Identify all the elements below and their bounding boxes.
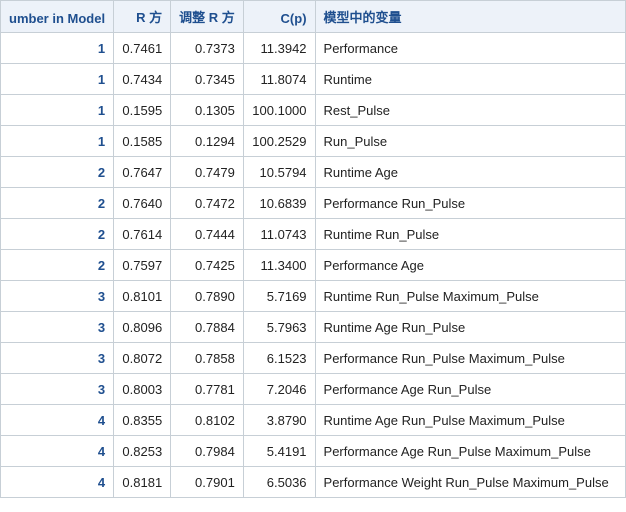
cell-adj-rsq: 0.7345 bbox=[171, 64, 244, 95]
cell-cp: 5.4191 bbox=[243, 436, 315, 467]
cell-cp: 11.0743 bbox=[243, 219, 315, 250]
cell-number-in-model: 4 bbox=[1, 405, 114, 436]
cell-variables: Runtime bbox=[315, 64, 625, 95]
model-selection-table: umber in Model R 方 调整 R 方 C(p) 模型中的变量 10… bbox=[0, 0, 626, 498]
cell-number-in-model: 2 bbox=[1, 188, 114, 219]
table-row: 20.76140.744411.0743Runtime Run_Pulse bbox=[1, 219, 626, 250]
col-header-variables: 模型中的变量 bbox=[315, 1, 625, 33]
cell-adj-rsq: 0.7373 bbox=[171, 33, 244, 64]
cell-rsq: 0.8096 bbox=[114, 312, 171, 343]
table-row: 10.15850.1294100.2529Run_Pulse bbox=[1, 126, 626, 157]
cell-number-in-model: 1 bbox=[1, 33, 114, 64]
cell-rsq: 0.7647 bbox=[114, 157, 171, 188]
cell-cp: 5.7169 bbox=[243, 281, 315, 312]
cell-rsq: 0.8003 bbox=[114, 374, 171, 405]
table-row: 40.83550.81023.8790Runtime Age Run_Pulse… bbox=[1, 405, 626, 436]
cell-adj-rsq: 0.7472 bbox=[171, 188, 244, 219]
cell-variables: Run_Pulse bbox=[315, 126, 625, 157]
cell-cp: 3.8790 bbox=[243, 405, 315, 436]
cell-adj-rsq: 0.7884 bbox=[171, 312, 244, 343]
cell-adj-rsq: 0.7890 bbox=[171, 281, 244, 312]
cell-cp: 10.5794 bbox=[243, 157, 315, 188]
cell-cp: 7.2046 bbox=[243, 374, 315, 405]
cell-variables: Runtime Age bbox=[315, 157, 625, 188]
col-header-cp: C(p) bbox=[243, 1, 315, 33]
table-row: 30.80030.77817.2046Performance Age Run_P… bbox=[1, 374, 626, 405]
cell-adj-rsq: 0.7984 bbox=[171, 436, 244, 467]
cell-rsq: 0.7461 bbox=[114, 33, 171, 64]
cell-cp: 100.2529 bbox=[243, 126, 315, 157]
cell-rsq: 0.1585 bbox=[114, 126, 171, 157]
cell-adj-rsq: 0.7901 bbox=[171, 467, 244, 498]
cell-adj-rsq: 0.1305 bbox=[171, 95, 244, 126]
cell-adj-rsq: 0.7781 bbox=[171, 374, 244, 405]
cell-rsq: 0.8072 bbox=[114, 343, 171, 374]
cell-number-in-model: 1 bbox=[1, 95, 114, 126]
cell-cp: 5.7963 bbox=[243, 312, 315, 343]
table-row: 40.81810.79016.5036Performance Weight Ru… bbox=[1, 467, 626, 498]
cell-number-in-model: 1 bbox=[1, 126, 114, 157]
cell-variables: Performance Age bbox=[315, 250, 625, 281]
cell-cp: 10.6839 bbox=[243, 188, 315, 219]
cell-rsq: 0.8355 bbox=[114, 405, 171, 436]
cell-rsq: 0.8253 bbox=[114, 436, 171, 467]
cell-rsq: 0.7597 bbox=[114, 250, 171, 281]
cell-rsq: 0.7434 bbox=[114, 64, 171, 95]
col-header-adj-rsq: 调整 R 方 bbox=[171, 1, 244, 33]
cell-variables: Runtime Run_Pulse Maximum_Pulse bbox=[315, 281, 625, 312]
cell-cp: 11.3942 bbox=[243, 33, 315, 64]
cell-adj-rsq: 0.7858 bbox=[171, 343, 244, 374]
cell-number-in-model: 3 bbox=[1, 343, 114, 374]
table-row: 30.80960.78845.7963Runtime Age Run_Pulse bbox=[1, 312, 626, 343]
cell-number-in-model: 4 bbox=[1, 467, 114, 498]
table-row: 20.76470.747910.5794Runtime Age bbox=[1, 157, 626, 188]
cell-cp: 6.5036 bbox=[243, 467, 315, 498]
cell-cp: 6.1523 bbox=[243, 343, 315, 374]
col-header-rsq: R 方 bbox=[114, 1, 171, 33]
cell-number-in-model: 2 bbox=[1, 250, 114, 281]
cell-number-in-model: 2 bbox=[1, 157, 114, 188]
cell-variables: Performance Age Run_Pulse Maximum_Pulse bbox=[315, 436, 625, 467]
table-row: 10.15950.1305100.1000Rest_Pulse bbox=[1, 95, 626, 126]
cell-variables: Rest_Pulse bbox=[315, 95, 625, 126]
cell-adj-rsq: 0.7425 bbox=[171, 250, 244, 281]
cell-rsq: 0.8101 bbox=[114, 281, 171, 312]
cell-number-in-model: 1 bbox=[1, 64, 114, 95]
cell-cp: 100.1000 bbox=[243, 95, 315, 126]
table-row: 20.75970.742511.3400Performance Age bbox=[1, 250, 626, 281]
cell-number-in-model: 3 bbox=[1, 312, 114, 343]
cell-variables: Runtime Age Run_Pulse Maximum_Pulse bbox=[315, 405, 625, 436]
cell-variables: Runtime Run_Pulse bbox=[315, 219, 625, 250]
cell-rsq: 0.7614 bbox=[114, 219, 171, 250]
cell-variables: Performance Age Run_Pulse bbox=[315, 374, 625, 405]
cell-number-in-model: 4 bbox=[1, 436, 114, 467]
cell-rsq: 0.7640 bbox=[114, 188, 171, 219]
cell-rsq: 0.8181 bbox=[114, 467, 171, 498]
cell-variables: Runtime Age Run_Pulse bbox=[315, 312, 625, 343]
cell-cp: 11.8074 bbox=[243, 64, 315, 95]
cell-adj-rsq: 0.7444 bbox=[171, 219, 244, 250]
cell-cp: 11.3400 bbox=[243, 250, 315, 281]
cell-variables: Performance bbox=[315, 33, 625, 64]
table-row: 20.76400.747210.6839Performance Run_Puls… bbox=[1, 188, 626, 219]
table-row: 30.81010.78905.7169Runtime Run_Pulse Max… bbox=[1, 281, 626, 312]
table-row: 40.82530.79845.4191Performance Age Run_P… bbox=[1, 436, 626, 467]
table-row: 10.74340.734511.8074Runtime bbox=[1, 64, 626, 95]
cell-adj-rsq: 0.8102 bbox=[171, 405, 244, 436]
table-row: 10.74610.737311.3942Performance bbox=[1, 33, 626, 64]
col-header-number-in-model: umber in Model bbox=[1, 1, 114, 33]
table-header-row: umber in Model R 方 调整 R 方 C(p) 模型中的变量 bbox=[1, 1, 626, 33]
cell-number-in-model: 3 bbox=[1, 374, 114, 405]
table-row: 30.80720.78586.1523Performance Run_Pulse… bbox=[1, 343, 626, 374]
cell-variables: Performance Run_Pulse Maximum_Pulse bbox=[315, 343, 625, 374]
cell-rsq: 0.1595 bbox=[114, 95, 171, 126]
cell-adj-rsq: 0.1294 bbox=[171, 126, 244, 157]
cell-variables: Performance Run_Pulse bbox=[315, 188, 625, 219]
cell-variables: Performance Weight Run_Pulse Maximum_Pul… bbox=[315, 467, 625, 498]
cell-number-in-model: 3 bbox=[1, 281, 114, 312]
cell-number-in-model: 2 bbox=[1, 219, 114, 250]
cell-adj-rsq: 0.7479 bbox=[171, 157, 244, 188]
